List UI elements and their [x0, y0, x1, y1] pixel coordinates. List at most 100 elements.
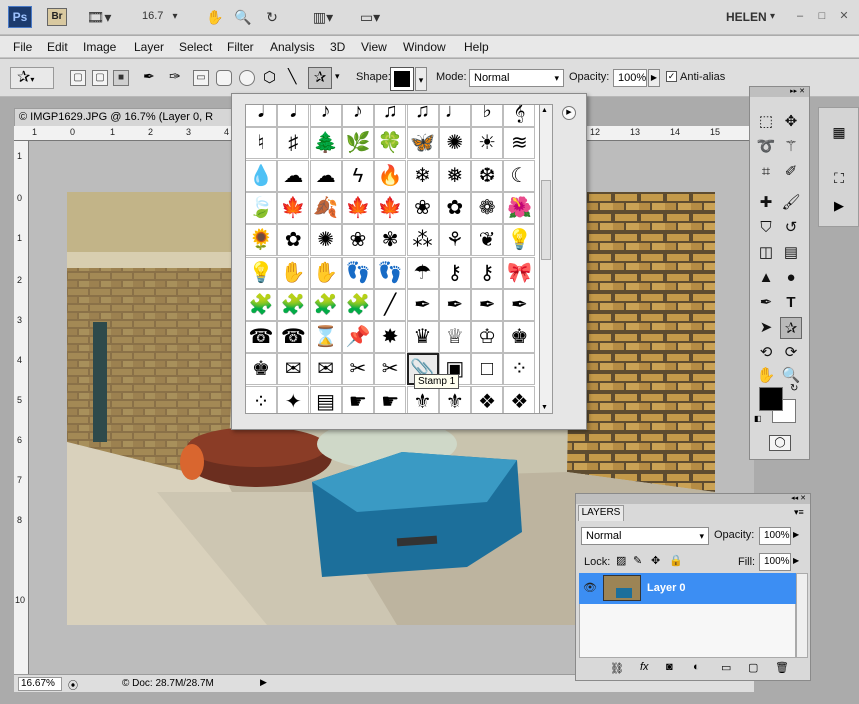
- zoom-dropdown-chevron-icon[interactable]: ▾: [168, 8, 182, 26]
- shape-cell[interactable]: ♩: [438, 105, 471, 127]
- shape-picker-chevron-icon[interactable]: ▾: [415, 67, 427, 91]
- status-zoom-field[interactable]: 16.67%: [18, 677, 62, 691]
- shape-cell[interactable]: 🌺: [503, 191, 536, 224]
- shape-cell[interactable]: ♪: [341, 105, 374, 127]
- layers-panel-header[interactable]: ◂◂ ✕: [576, 494, 810, 504]
- shape-cell[interactable]: ☎: [246, 321, 277, 354]
- shape-cell[interactable]: ✉: [309, 353, 342, 386]
- shape-cell[interactable]: ▤: [309, 385, 342, 413]
- workspace-chevron-icon[interactable]: ▾: [770, 11, 775, 22]
- menu-view[interactable]: View: [361, 40, 387, 54]
- shape-cell[interactable]: ❁: [471, 191, 504, 224]
- shape-cell[interactable]: ♯: [277, 127, 310, 160]
- foreground-color-swatch-front[interactable]: [759, 387, 783, 411]
- layer-row[interactable]: 👁 Layer 0: [579, 573, 796, 604]
- lock-pixels-icon[interactable]: ✎: [633, 554, 642, 567]
- minimize-button[interactable]: –: [793, 9, 807, 23]
- pen-tool-icon[interactable]: ✒: [755, 292, 777, 314]
- histogram-panel-icon[interactable]: ▦: [829, 124, 849, 142]
- adjustment-layer-icon[interactable]: ◐: [693, 661, 700, 673]
- close-button[interactable]: ✕: [837, 9, 851, 23]
- shape-cell[interactable]: ✺: [309, 224, 342, 257]
- path-selection-icon[interactable]: ➤: [755, 317, 777, 339]
- shape-cell[interactable]: ⚷: [471, 256, 504, 289]
- layers-panel-menu-icon[interactable]: ▾≡: [794, 507, 804, 518]
- shape-cell[interactable]: 🌲: [309, 127, 342, 160]
- menu-3d[interactable]: 3D: [330, 40, 345, 54]
- shape-cell[interactable]: ☁: [309, 159, 342, 192]
- default-colors-icon[interactable]: ◧: [754, 414, 762, 423]
- ellipse-tool-icon[interactable]: [239, 70, 255, 86]
- shape-cell[interactable]: 💡: [503, 224, 536, 257]
- delete-layer-icon[interactable]: 🗑: [775, 661, 789, 674]
- type-tool-icon[interactable]: T: [780, 292, 802, 314]
- shape-cell[interactable]: ♕: [438, 321, 471, 354]
- tool-preset-picker[interactable]: ✰▾: [10, 67, 54, 89]
- shape-cell[interactable]: ⌛: [309, 321, 342, 354]
- shape-cell[interactable]: 🎀: [503, 256, 536, 289]
- shape-cell[interactable]: ☾: [503, 159, 536, 192]
- shape-cell[interactable]: ♔: [471, 321, 504, 354]
- shape-cell[interactable]: 🌻: [246, 224, 277, 257]
- shape-cell[interactable]: ♛: [406, 321, 439, 354]
- shape-cell[interactable]: ✒: [503, 288, 536, 321]
- shape-cell[interactable]: 👣: [374, 256, 407, 289]
- freeform-pen-icon[interactable]: ✑: [169, 68, 181, 85]
- new-layer-icon[interactable]: ▢: [748, 661, 758, 674]
- shape-cell[interactable]: 🍁: [374, 191, 407, 224]
- filmstrip-view-button[interactable]: 🎞▾: [84, 8, 114, 26]
- lock-position-icon[interactable]: ✥: [651, 554, 660, 567]
- add-mask-icon[interactable]: ◙: [666, 661, 673, 673]
- arrange-documents-button[interactable]: ▥▾: [307, 8, 339, 26]
- shape-cell[interactable]: ☂: [406, 256, 439, 289]
- shape-cell[interactable]: ♫: [374, 105, 407, 127]
- shape-cell[interactable]: 📌: [341, 321, 374, 354]
- opacity-arrow-icon[interactable]: ▶: [793, 530, 799, 539]
- paths-icon[interactable]: ▢: [92, 70, 108, 86]
- document-tab[interactable]: © IMGP1629.JPG @ 16.7% (Layer 0, R: [14, 108, 232, 126]
- mode-select[interactable]: Normal ▾: [469, 69, 564, 87]
- scroll-down-arrow-icon[interactable]: ▼: [541, 404, 548, 411]
- visibility-eye-icon[interactable]: 👁: [583, 581, 597, 594]
- shape-cell[interactable]: ♫: [406, 105, 439, 127]
- move-tool-icon[interactable]: ✥: [780, 111, 802, 133]
- shape-cell[interactable]: 🧩: [246, 288, 277, 321]
- shape-cell[interactable]: ╱: [374, 288, 407, 321]
- crop-tool-icon[interactable]: ⌗: [755, 161, 777, 183]
- magic-wand-icon[interactable]: ⚚: [780, 136, 802, 158]
- status-info-icon[interactable]: ⦿: [68, 677, 78, 692]
- shape-cell[interactable]: ☛: [374, 385, 407, 413]
- shape-cell[interactable]: ✸: [374, 321, 407, 354]
- quick-mask-icon[interactable]: ◯: [769, 435, 791, 451]
- opacity-input[interactable]: 100%: [613, 69, 647, 87]
- zoom-tool-icon[interactable]: 🔍: [233, 8, 253, 26]
- navigator-panel-icon[interactable]: ⛶: [829, 170, 849, 188]
- shape-cell[interactable]: 𝅘𝅥: [277, 105, 310, 127]
- maximize-button[interactable]: □: [815, 9, 829, 23]
- lasso-tool-icon[interactable]: ➰: [755, 136, 777, 158]
- blend-mode-select[interactable]: Normal ▾: [581, 527, 709, 545]
- bridge-button[interactable]: Br: [47, 8, 67, 26]
- antialias-checkbox[interactable]: ✓: [666, 71, 677, 82]
- line-tool-icon[interactable]: ╲: [288, 68, 296, 85]
- layer-opacity-input[interactable]: 100%: [759, 527, 791, 545]
- actions-panel-icon[interactable]: ▶: [829, 198, 849, 216]
- shape-cell[interactable]: ☀: [471, 127, 504, 160]
- fill-arrow-icon[interactable]: ▶: [793, 556, 799, 565]
- swap-colors-icon[interactable]: ↻: [790, 383, 798, 394]
- shape-cell[interactable]: ⚜: [438, 385, 471, 413]
- geometry-options-chevron-icon[interactable]: ▾: [335, 71, 340, 82]
- shape-cell[interactable]: ❖: [471, 385, 504, 413]
- brush-tool-icon[interactable]: 🖌: [780, 192, 802, 214]
- picker-menu-arrow-icon[interactable]: ▶: [562, 106, 576, 120]
- shape-cell[interactable]: ⚷: [438, 256, 471, 289]
- history-brush-icon[interactable]: ↺: [780, 217, 802, 239]
- shape-cell[interactable]: ❅: [438, 159, 471, 192]
- shape-cell[interactable]: ≋: [503, 127, 536, 160]
- tab-layers[interactable]: LAYERS: [578, 505, 624, 521]
- menu-help[interactable]: Help: [464, 40, 489, 54]
- opacity-slider-arrow-icon[interactable]: ▶: [648, 69, 660, 87]
- shape-cell[interactable]: ☁: [277, 159, 310, 192]
- shape-cell[interactable]: 🍂: [309, 191, 342, 224]
- shape-cell[interactable]: ♚: [246, 353, 277, 386]
